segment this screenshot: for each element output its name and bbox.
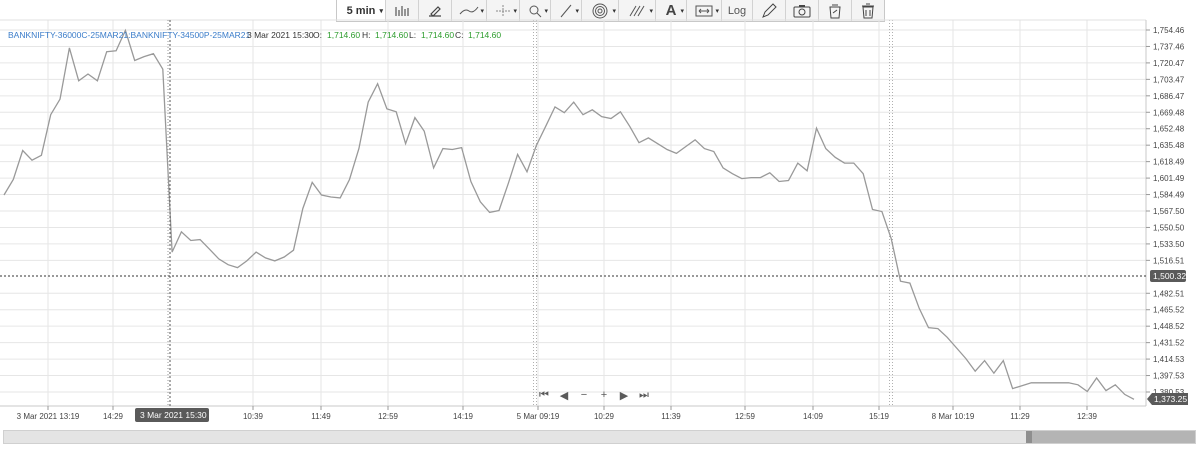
x-tick-label: 14:19 xyxy=(453,412,474,421)
close-label: C: xyxy=(455,30,464,40)
open-value: 1,714.60 xyxy=(327,30,360,40)
chart-scrollbar[interactable] xyxy=(3,430,1196,444)
scrollbar-thumb-handle[interactable] xyxy=(1026,431,1032,443)
y-tick-label: 1,397.53 xyxy=(1153,372,1185,381)
x-tick-label: 11:49 xyxy=(311,412,331,421)
symbol-label: BANKNIFTY-36000C-25MAR21:BANKNIFTY-34500… xyxy=(8,30,250,40)
header-datetime: 3 Mar 2021 15:30 xyxy=(247,30,314,40)
x-tick-label: 12:59 xyxy=(378,412,399,421)
y-tick-label: 1,567.50 xyxy=(1153,207,1185,216)
grid-lines xyxy=(0,20,1146,406)
x-tick-label: 10:39 xyxy=(243,412,264,421)
x-tick-label: 14:29 xyxy=(103,412,124,421)
zoom-out-icon[interactable]: − xyxy=(577,388,591,402)
y-tick-label: 1,601.49 xyxy=(1153,174,1185,183)
y-tick-label: 1,669.48 xyxy=(1153,108,1185,117)
x-tick-label: 11:39 xyxy=(661,412,681,421)
x-tick-label: 10:29 xyxy=(594,412,615,421)
crosshair-price-label: 1,500.32 xyxy=(1150,270,1186,283)
x-tick-label: 12:59 xyxy=(735,412,756,421)
y-tick-label: 1,618.49 xyxy=(1153,158,1185,167)
y-tick-label: 1,533.50 xyxy=(1153,240,1185,249)
x-tick-label: 8 Mar 10:19 xyxy=(932,412,975,421)
y-tick-label: 1,448.52 xyxy=(1153,322,1185,331)
y-axis-ticks: 1,754.46 1,737.46 1,720.47 1,703.47 1,686.47… xyxy=(1146,26,1185,397)
scrollbar-thumb[interactable] xyxy=(1026,431,1195,443)
jump-start-icon[interactable]: ⏮ xyxy=(537,388,551,402)
close-value: 1,714.60 xyxy=(468,30,501,40)
open-label: O: xyxy=(313,30,322,40)
crosshair-price-text: 1,500.32 xyxy=(1153,271,1186,281)
y-tick-label: 1,465.52 xyxy=(1153,306,1185,315)
high-value: 1,714.60 xyxy=(375,30,408,40)
x-tick-label: 5 Mar 09:19 xyxy=(517,412,560,421)
y-tick-label: 1,431.52 xyxy=(1153,339,1185,348)
zoom-in-icon[interactable]: + xyxy=(597,388,611,402)
x-tick-label: 11:29 xyxy=(1010,412,1030,421)
y-tick-label: 1,414.53 xyxy=(1153,355,1185,364)
y-tick-label: 1,754.46 xyxy=(1153,26,1185,35)
y-tick-label: 1,737.46 xyxy=(1153,42,1185,51)
x-tick-label: 15:19 xyxy=(869,412,890,421)
chart-navigation: ⏮ ◀ − + ▶ ⏭ xyxy=(537,388,651,402)
y-tick-label: 1,516.51 xyxy=(1153,256,1185,265)
crosshair-time-label: 3 Mar 2021 15:30 xyxy=(135,408,209,422)
low-label: L: xyxy=(409,30,416,40)
low-value: 1,714.60 xyxy=(421,30,454,40)
y-tick-label: 1,584.49 xyxy=(1153,191,1185,200)
y-tick-label: 1,686.47 xyxy=(1153,92,1185,101)
session-break-lines xyxy=(533,20,893,406)
y-tick-label: 1,652.48 xyxy=(1153,125,1185,134)
price-series-line xyxy=(3,28,1135,400)
last-price-label: 1,373.25 xyxy=(1147,393,1188,406)
y-tick-label: 1,550.50 xyxy=(1153,223,1185,232)
price-chart[interactable]: 1,754.46 1,737.46 1,720.47 1,703.47 1,686.47… xyxy=(0,0,1200,450)
y-tick-label: 1,720.47 xyxy=(1153,59,1185,68)
scroll-left-icon[interactable]: ◀ xyxy=(557,388,571,402)
y-tick-label: 1,703.47 xyxy=(1153,75,1185,84)
x-tick-label: 3 Mar 2021 13:19 xyxy=(17,412,80,421)
jump-end-icon[interactable]: ⏭ xyxy=(637,388,651,402)
y-tick-label: 1,482.51 xyxy=(1153,289,1185,298)
last-price-text: 1,373.25 xyxy=(1154,394,1187,404)
y-tick-label: 1,635.48 xyxy=(1153,141,1185,150)
scroll-right-icon[interactable]: ▶ xyxy=(617,388,631,402)
x-tick-label: 14:09 xyxy=(803,412,824,421)
high-label: H: xyxy=(362,30,371,40)
x-tick-label: 12:39 xyxy=(1077,412,1098,421)
crosshair-time-text: 3 Mar 2021 15:30 xyxy=(140,410,207,420)
